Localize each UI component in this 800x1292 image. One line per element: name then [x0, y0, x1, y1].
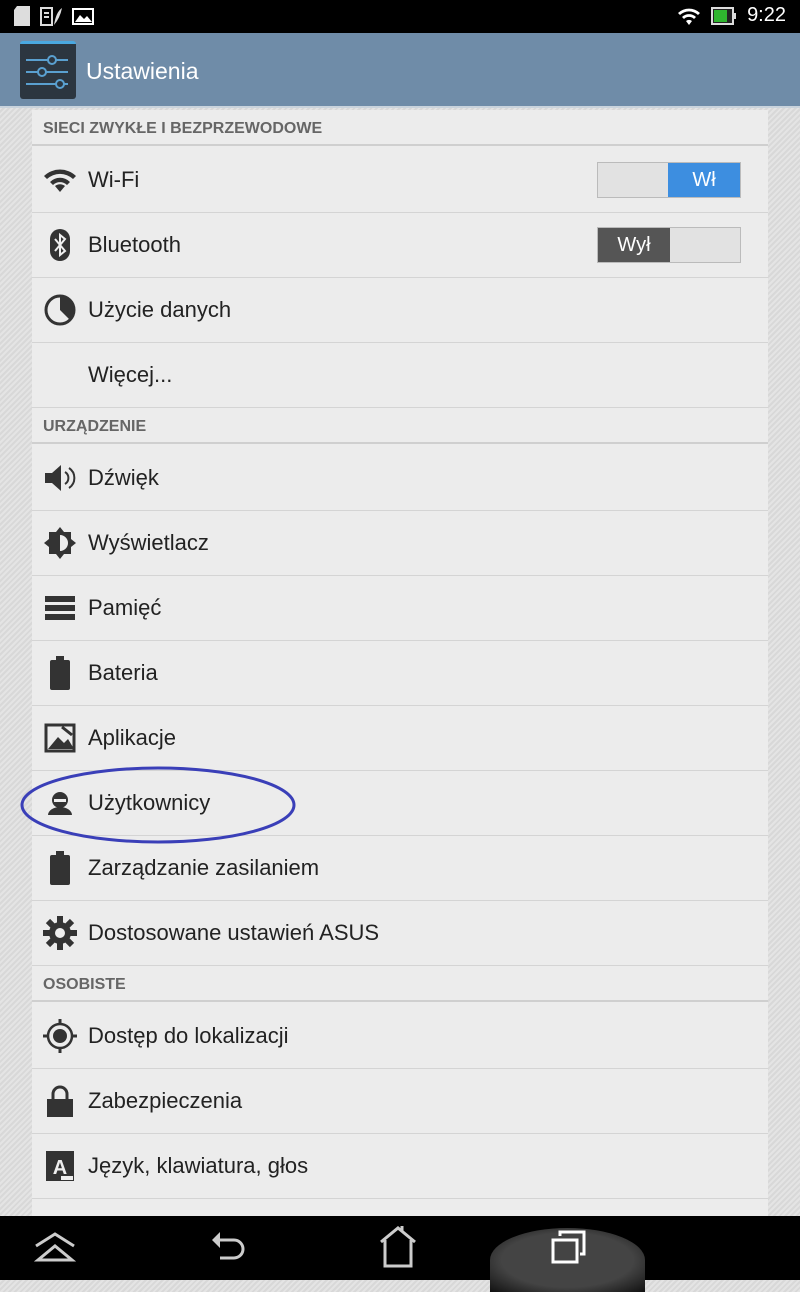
bluetooth-icon [32, 228, 88, 262]
sd-card-icon [14, 6, 30, 26]
settings-sliders-icon[interactable] [20, 41, 76, 99]
toggle-state: Wył [598, 228, 670, 262]
home-icon[interactable] [378, 1226, 418, 1273]
list-item-label: Język, klawiatura, głos [88, 1153, 309, 1178]
svg-text:A: A [53, 1157, 67, 1179]
list-item[interactable]: Dźwięk [32, 446, 768, 511]
battery-icon [32, 851, 88, 885]
list-item[interactable]: Dostęp do lokalizacji [32, 1004, 768, 1069]
lock-icon [32, 1085, 88, 1117]
recent-apps-icon[interactable] [550, 1230, 590, 1271]
up-icon[interactable] [33, 1232, 77, 1267]
language-icon: A [32, 1150, 88, 1182]
list-item-label: Bateria [88, 660, 158, 685]
data-usage-icon [32, 293, 88, 327]
list-item-label: Użycie danych [88, 297, 232, 322]
list-item[interactable]: Wi-Fi Wł [32, 148, 768, 213]
list-item[interactable]: Zabezpieczenia [32, 1069, 768, 1134]
section-header: URZĄDZENIE [32, 408, 768, 444]
clock: 9:22 [747, 4, 786, 26]
battery-icon [32, 656, 88, 690]
list-item[interactable]: Bateria [32, 641, 768, 706]
list-item[interactable]: Bluetooth Wył [32, 213, 768, 278]
storage-icon [32, 595, 88, 621]
list-item-label: Pamięć [88, 595, 162, 620]
list-item[interactable]: A Język, klawiatura, głos [32, 1134, 768, 1199]
battery-icon [711, 6, 737, 25]
page-title: Ustawienia [86, 58, 199, 84]
status-bar: 9:22 [0, 0, 800, 33]
toggle-switch[interactable]: Wł [597, 162, 741, 198]
wifi-icon [32, 167, 88, 193]
location-icon [32, 1019, 88, 1053]
list-item[interactable]: Pamięć [32, 576, 768, 641]
list-item-label: Bluetooth [88, 232, 181, 257]
toggle-state: Wł [668, 163, 740, 197]
list-item[interactable]: Zarządzanie zasilaniem [32, 836, 768, 901]
back-icon[interactable] [210, 1230, 250, 1271]
section-header: SIECI ZWYKŁE I BEZPRZEWODOWE [32, 110, 768, 146]
user-icon [32, 790, 88, 816]
gear-icon [32, 916, 88, 950]
list-item[interactable]: Użycie danych [32, 278, 768, 343]
battery-saver-icon [40, 7, 62, 26]
list-item-label: Dostęp do lokalizacji [88, 1023, 289, 1048]
list-item[interactable]: Aplikacje [32, 706, 768, 771]
brightness-icon [32, 526, 88, 560]
speaker-icon [32, 461, 88, 495]
toggle-switch[interactable]: Wył [597, 227, 741, 263]
list-item-label: Użytkownicy [88, 790, 211, 815]
list-item-label: Dostosowane ustawień ASUS [88, 920, 380, 945]
settings-list: SIECI ZWYKŁE I BEZPRZEWODOWE Wi-Fi Wł Bluet… [32, 110, 768, 1216]
list-item-label: Dźwięk [88, 465, 159, 490]
apps-icon [32, 723, 88, 753]
list-item-label: Więcej... [88, 362, 173, 387]
section-header: OSOBISTE [32, 966, 768, 1002]
list-item-label: Wyświetlacz [88, 530, 209, 555]
list-item[interactable]: Wyświetlacz [32, 511, 768, 576]
wifi-icon [678, 8, 701, 25]
action-bar: Ustawienia [0, 33, 800, 108]
list-item-label: Zarządzanie zasilaniem [88, 855, 320, 880]
list-item-label: Zabezpieczenia [88, 1088, 243, 1113]
list-item[interactable]: Więcej... [32, 343, 768, 408]
list-item[interactable]: Użytkownicy [32, 771, 768, 836]
navigation-bar [0, 1216, 800, 1292]
list-item-label: Aplikacje [88, 725, 177, 750]
image-icon [72, 8, 94, 25]
list-item-label: Wi-Fi [88, 167, 140, 192]
list-item[interactable]: Dostosowane ustawień ASUS [32, 901, 768, 966]
